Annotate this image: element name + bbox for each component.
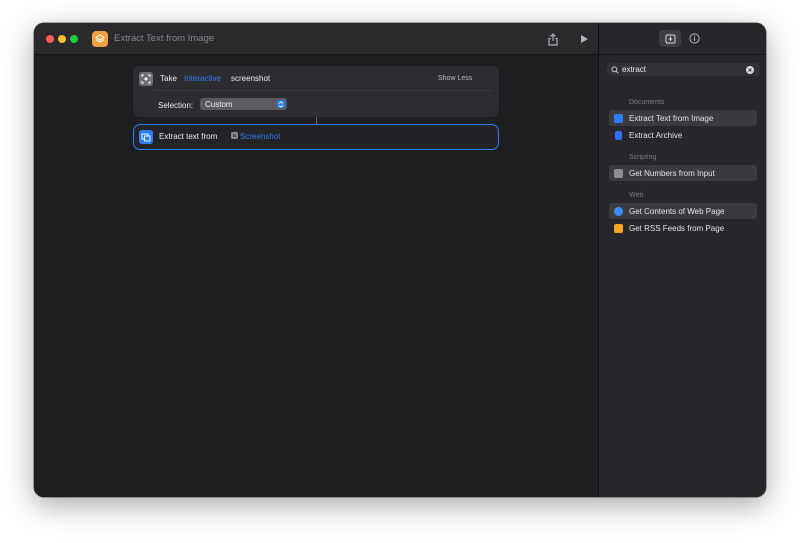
titlebar: Extract Text from Image xyxy=(34,23,598,55)
action-connector xyxy=(316,117,317,124)
info-icon xyxy=(689,33,700,44)
action-item-get-numbers-from-input[interactable]: Get Numbers from Input xyxy=(609,165,757,181)
sidebar-toolbar xyxy=(599,23,766,55)
action-noun: screenshot xyxy=(231,74,271,83)
close-button[interactable] xyxy=(46,35,54,43)
rss-icon xyxy=(614,223,623,233)
archive-icon xyxy=(615,130,622,140)
action-label: Extract text from xyxy=(159,132,218,141)
safari-icon xyxy=(614,206,623,216)
action-library-sidebar: extract Documents Extract Text from Imag… xyxy=(598,23,766,497)
library-icon xyxy=(665,34,675,44)
library-tab-button[interactable] xyxy=(659,30,681,47)
share-icon xyxy=(548,32,558,46)
selection-popup[interactable]: Custom xyxy=(200,98,287,110)
selection-value: Custom xyxy=(205,99,233,109)
shortcuts-window: Extract Text from Image Take Interactive… xyxy=(34,23,766,497)
search-input[interactable]: extract xyxy=(622,65,646,74)
run-button[interactable] xyxy=(576,31,592,47)
text-recognition-icon xyxy=(139,129,153,144)
share-button[interactable] xyxy=(545,31,561,47)
action-item-extract-archive[interactable]: Extract Archive xyxy=(609,127,757,143)
screenshot-variable-icon xyxy=(231,132,238,139)
details-tab-button[interactable] xyxy=(688,32,701,45)
chevron-updown-icon xyxy=(277,100,285,108)
screenshot-icon xyxy=(139,72,153,86)
numbers-icon xyxy=(614,168,623,178)
minimize-button[interactable] xyxy=(58,35,66,43)
shortcuts-app-icon xyxy=(92,31,108,47)
text-recognition-icon xyxy=(614,113,623,123)
action-item-get-rss-feeds-from-page[interactable]: Get RSS Feeds from Page xyxy=(609,220,757,236)
zoom-button[interactable] xyxy=(70,35,78,43)
play-icon xyxy=(581,35,588,43)
editor-pane: Extract Text from Image Take Interactive… xyxy=(34,23,598,497)
section-header-web: Web xyxy=(629,192,644,199)
action-item-get-contents-of-web-page[interactable]: Get Contents of Web Page xyxy=(609,203,757,219)
mode-parameter[interactable]: Interactive xyxy=(184,74,221,83)
take-screenshot-action[interactable]: Take Interactive screenshot Show Less Se… xyxy=(133,66,499,117)
action-verb: Take xyxy=(160,74,177,83)
search-icon xyxy=(611,65,619,74)
search-field[interactable]: extract xyxy=(607,63,760,76)
extract-text-action[interactable]: Extract text from Screenshot xyxy=(133,124,499,150)
section-header-documents: Documents xyxy=(629,99,665,106)
selection-label: Selection: xyxy=(158,101,194,110)
clear-search-icon[interactable] xyxy=(746,65,754,74)
action-item-extract-text-from-image[interactable]: Extract Text from Image xyxy=(609,110,757,126)
window-title: Extract Text from Image xyxy=(114,33,215,44)
divider xyxy=(153,90,493,91)
input-variable[interactable]: Screenshot xyxy=(240,132,280,141)
show-less-button[interactable]: Show Less xyxy=(438,75,472,82)
section-header-scripting: Scripting xyxy=(629,154,657,161)
